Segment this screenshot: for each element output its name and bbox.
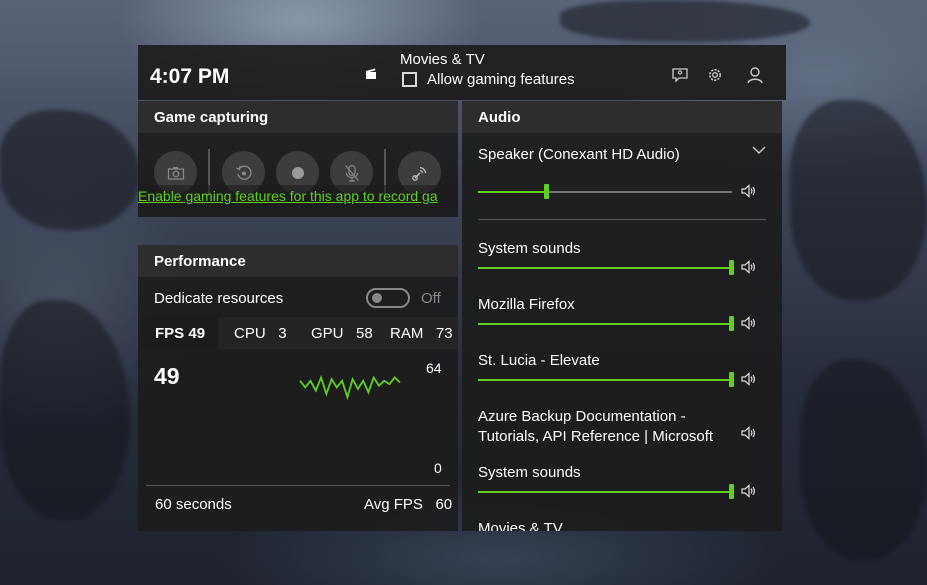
game-capturing-panel: Game capturing Enable gaming features fo… — [138, 101, 458, 241]
performance-stats-tabs: FPS 49 CPU 3 GPU 58 RAM 73 — [138, 317, 458, 349]
audio-title: Audio — [462, 101, 782, 133]
allow-gaming-row[interactable]: Allow gaming features — [402, 71, 575, 88]
record-last-icon — [235, 165, 252, 180]
mic-off-icon — [344, 164, 359, 182]
device-divider — [478, 219, 766, 220]
slider-fill — [478, 267, 732, 269]
graph-divider — [146, 485, 450, 486]
speaker-icon[interactable] — [740, 315, 758, 331]
clock: 4:07 PM — [150, 65, 230, 88]
background-rock — [0, 300, 130, 520]
audio-app-label: Azure Backup Documentation - Tutorials, … — [478, 408, 714, 449]
slider-thumb[interactable] — [729, 260, 734, 275]
slider-thumb[interactable] — [729, 316, 734, 331]
dedicate-resources-state: Off — [421, 290, 441, 307]
fps-current-value: 49 — [154, 363, 180, 389]
tab-fps[interactable]: FPS 49 — [138, 317, 218, 349]
slider-fill — [478, 323, 732, 325]
slider-thumb[interactable] — [543, 184, 549, 199]
gear-icon[interactable] — [705, 65, 725, 85]
fps-graph-line — [299, 374, 401, 401]
cpu-value: 3 — [278, 325, 287, 342]
audio-app-label: Movies & TV — [478, 520, 563, 531]
toggle-knob — [372, 293, 382, 303]
speaker-icon[interactable] — [740, 183, 758, 199]
audio-app-label: St. Lucia - Elevate — [478, 352, 600, 369]
broadcast-icon — [411, 166, 426, 181]
slider-fill — [478, 191, 547, 193]
performance-panel: Performance Dedicate resources Off FPS 4… — [138, 245, 458, 531]
tab-cpu[interactable]: CPU 3 — [234, 325, 287, 342]
performance-title: Performance — [138, 245, 458, 277]
fps-graph — [299, 374, 401, 401]
graph-axis-max: 64 — [426, 360, 442, 376]
allow-gaming-label: Allow gaming features — [427, 71, 575, 88]
graph-window-label: 60 seconds — [155, 496, 232, 513]
slider-thumb[interactable] — [729, 484, 734, 499]
speaker-icon[interactable] — [740, 259, 758, 275]
slider-fill — [478, 379, 732, 381]
speaker-icon[interactable] — [740, 371, 758, 387]
camera-icon — [167, 166, 184, 180]
background-rock — [800, 360, 927, 560]
speaker-icon[interactable] — [740, 425, 758, 441]
fps-value: 49 — [188, 325, 206, 342]
ram-value: 73 — [435, 325, 453, 342]
cpu-label: CPU — [234, 325, 266, 342]
avg-fps: Avg FPS 60 — [364, 496, 452, 513]
movies-app-icon — [366, 68, 376, 79]
background-rock — [560, 0, 810, 42]
gpu-value: 58 — [356, 325, 373, 342]
avg-fps-label: Avg FPS — [364, 496, 423, 513]
audio-app-label: System sounds — [478, 240, 581, 257]
game-bar-header: 4:07 PM Movies & TV Allow gaming feature… — [138, 45, 786, 100]
fps-label: FPS — [155, 325, 185, 342]
feedback-icon[interactable] — [670, 65, 690, 85]
record-icon — [291, 166, 304, 179]
speaker-icon[interactable] — [740, 483, 758, 499]
avg-fps-value: 60 — [435, 496, 453, 513]
tab-gpu[interactable]: GPU 58 — [311, 325, 373, 342]
enable-gaming-link[interactable]: Enable gaming features for this app to r… — [138, 185, 458, 209]
background-rock — [0, 110, 140, 230]
slider-fill — [478, 491, 732, 493]
ram-label: RAM — [390, 325, 424, 342]
tab-ram[interactable]: RAM 73 — [390, 325, 453, 342]
audio-app-label: System sounds — [478, 464, 581, 481]
background-rock — [790, 100, 927, 300]
dedicate-resources-toggle[interactable] — [366, 288, 410, 308]
audio-panel: Audio Speaker (Conexant HD Audio) System… — [462, 101, 782, 531]
audio-device-select[interactable]: Speaker (Conexant HD Audio) — [478, 146, 680, 163]
audio-app-label: Mozilla Firefox — [478, 296, 575, 313]
allow-gaming-checkbox[interactable] — [402, 72, 417, 87]
game-capturing-title: Game capturing — [138, 101, 458, 133]
slider-thumb[interactable] — [729, 372, 734, 387]
gpu-label: GPU — [311, 325, 344, 342]
chevron-down-icon[interactable] — [752, 145, 766, 155]
dedicate-resources-label: Dedicate resources — [154, 290, 284, 307]
user-icon[interactable] — [745, 65, 765, 85]
app-name: Movies & TV — [400, 51, 485, 68]
graph-axis-min: 0 — [434, 460, 442, 476]
